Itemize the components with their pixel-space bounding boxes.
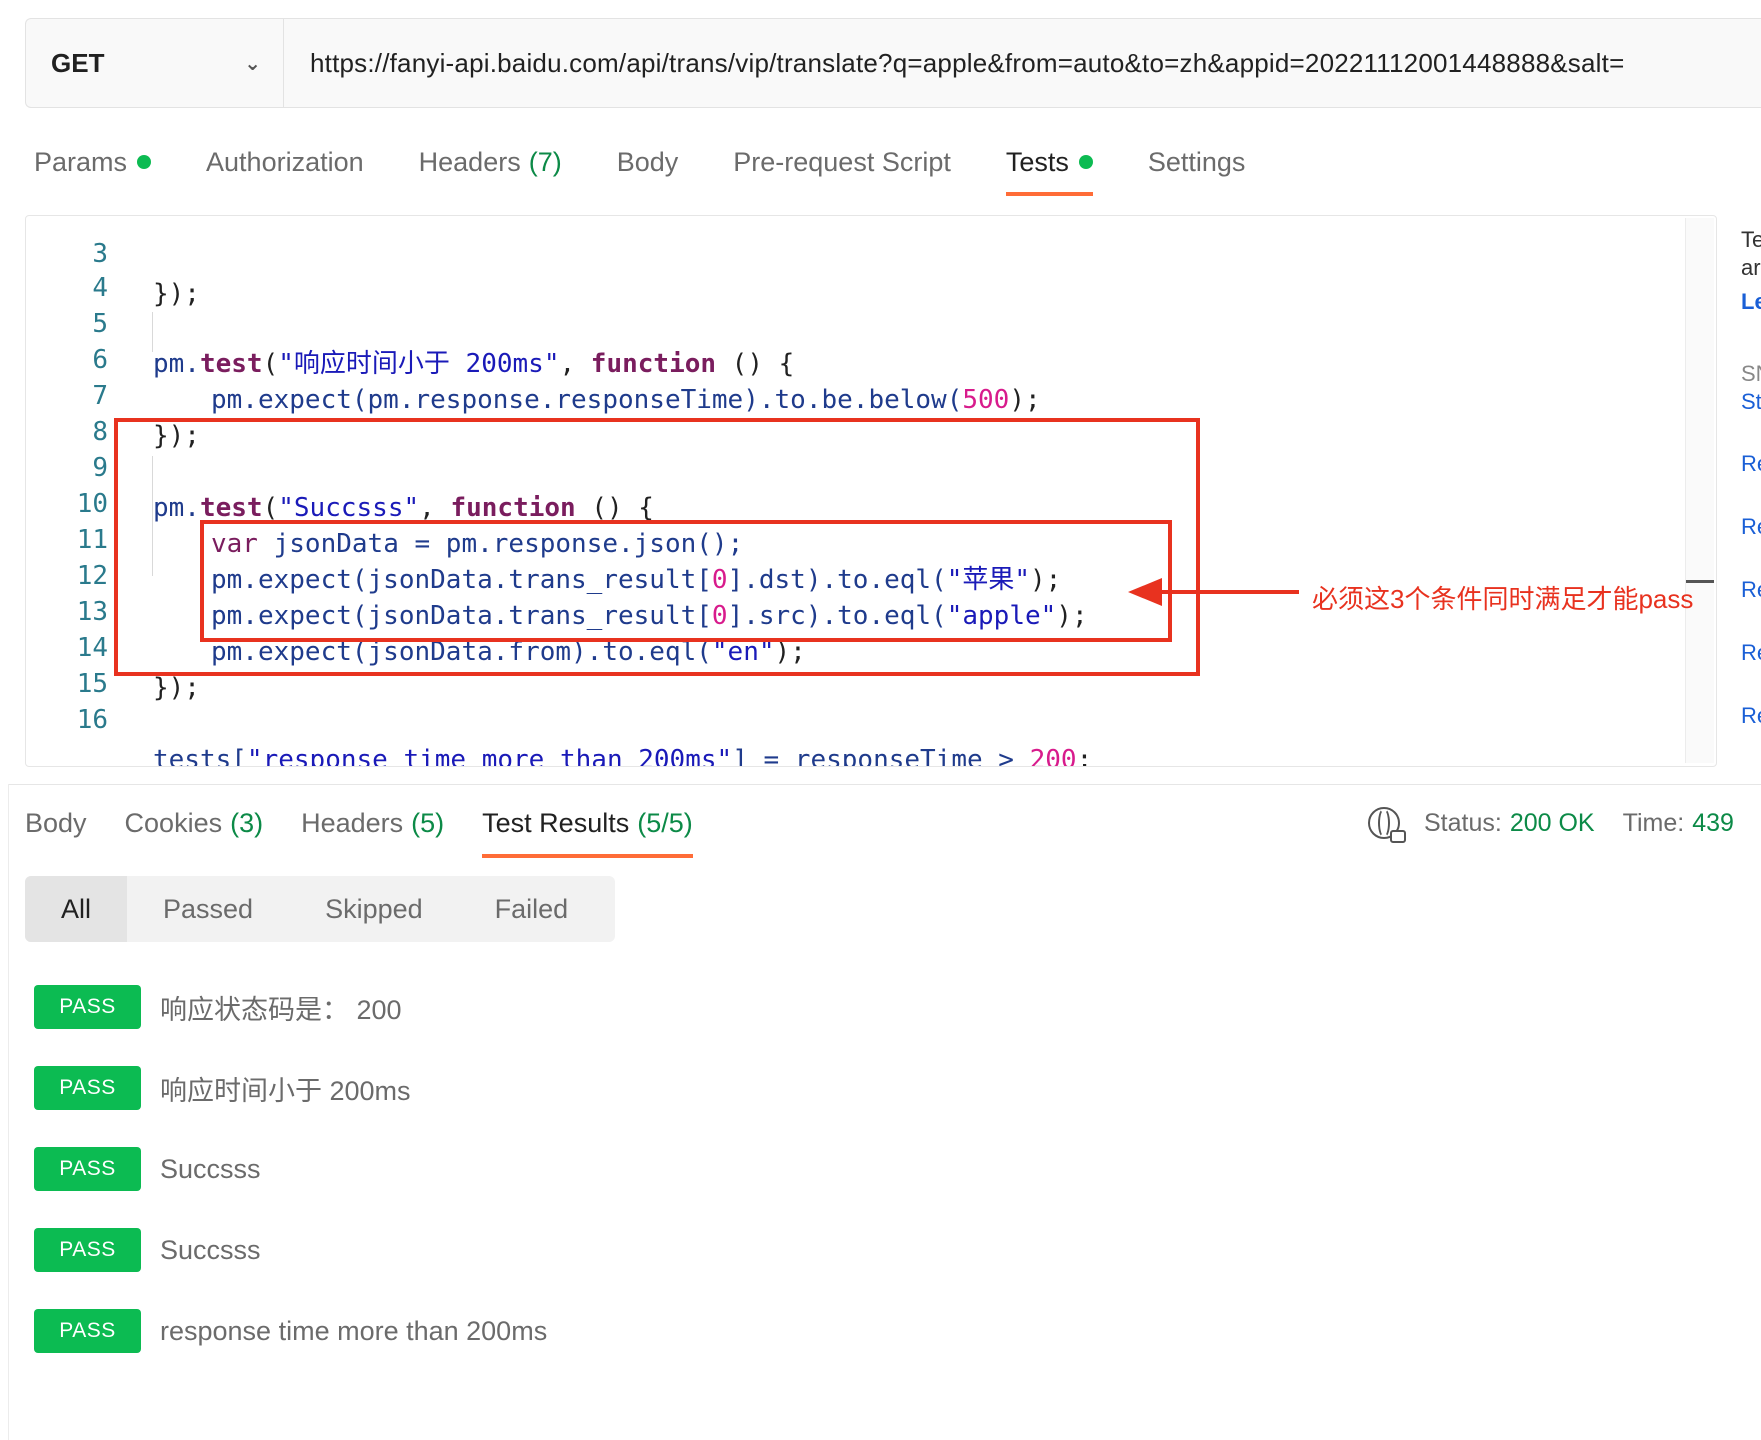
filter-all[interactable]: All <box>25 876 128 942</box>
tab-label: Pre-request Script <box>733 146 951 177</box>
url-input[interactable]: https://fanyi-api.baidu.com/api/trans/vi… <box>284 48 1624 79</box>
status-label: Status: <box>1424 808 1502 837</box>
code-line-13: 13 pm.expect(jsonData.from).to.eql("en")… <box>26 552 806 667</box>
scroll-position-marker <box>1686 580 1714 583</box>
code-line-15: 15 <box>26 624 108 699</box>
test-name: response time more than 200ms <box>160 1315 548 1346</box>
tab-label: Headers <box>418 146 521 177</box>
filter-failed[interactable]: Failed <box>459 876 605 942</box>
tab-label: Headers <box>301 807 404 838</box>
tab-headers[interactable]: Headers (7) <box>419 138 562 186</box>
method-select[interactable]: GET ⌄ <box>26 19 284 107</box>
snippet-link[interactable]: Re <box>1741 702 1761 730</box>
tab-settings[interactable]: Settings <box>1148 138 1246 186</box>
method-label: GET <box>51 47 105 78</box>
status-value[interactable]: 200 OK <box>1510 809 1595 838</box>
code-text: tests["response time more than 200ms"] =… <box>153 745 1093 767</box>
side-panel-link[interactable]: Le <box>1741 288 1761 316</box>
code-line-8: 8 <box>26 372 108 447</box>
test-result-row: PASS 响应状态码是： 200 <box>34 985 402 1029</box>
code-text: }); <box>153 279 200 309</box>
tab-count: (3) <box>230 807 264 838</box>
tab-label: Tests <box>1005 146 1069 177</box>
tab-response-headers[interactable]: Headers (5) <box>301 800 444 846</box>
side-panel-text: Te <box>1741 227 1761 252</box>
tab-response-body[interactable]: Body <box>25 800 87 846</box>
tab-label: Test Results <box>482 807 630 838</box>
line-number: 16 <box>76 705 108 735</box>
arrow-head-icon <box>1128 578 1162 606</box>
response-tabs: Body Cookies (3) Headers (5) Test Result… <box>25 800 731 860</box>
tab-test-results[interactable]: Test Results (5/5) <box>482 800 693 858</box>
test-name: Succsss <box>160 1153 261 1184</box>
code-line-6: 6 pm.expect(pm.response.responseTime).to… <box>26 300 1040 415</box>
highlight-box-assertions <box>200 520 1172 642</box>
snippet-link[interactable]: Re <box>1741 576 1761 604</box>
test-result-row: PASS response time more than 200ms <box>34 1309 547 1353</box>
code-line-4: 4 <box>26 228 108 303</box>
globe-lock-icon[interactable] <box>1368 807 1406 843</box>
test-name: 响应状态码是： 200 <box>160 994 402 1025</box>
code-line-7: 7 }); <box>26 336 200 451</box>
code-line-5: 5 pm.test("响应时间小于 200ms", function () { <box>26 264 794 379</box>
tab-authorization[interactable]: Authorization <box>206 138 364 186</box>
tab-label: Body <box>616 146 679 177</box>
url-bar: GET ⌄ https://fanyi-api.baidu.com/api/tr… <box>25 18 1761 108</box>
tab-count: (5/5) <box>637 807 693 838</box>
snippet-link[interactable]: Re <box>1741 513 1761 541</box>
tab-label: Body <box>25 807 87 838</box>
tab-cookies[interactable]: Cookies (3) <box>125 800 264 846</box>
tab-count: (7) <box>528 146 562 177</box>
pass-badge: PASS <box>34 1228 141 1272</box>
test-result-row: PASS 响应时间小于 200ms <box>34 1066 411 1110</box>
code-line-16: 16 tests["response time more than 200ms"… <box>26 660 1093 766</box>
side-panel-text: ar <box>1741 255 1761 280</box>
tab-label: Authorization <box>206 146 364 177</box>
pass-badge: PASS <box>34 1066 141 1110</box>
tab-count: (5) <box>411 807 445 838</box>
pane-divider[interactable] <box>8 784 1761 785</box>
pass-badge: PASS <box>34 1309 141 1353</box>
request-tabs: Params Authorization Headers (7) Body Pr… <box>34 138 1300 198</box>
tab-params[interactable]: Params <box>34 138 152 186</box>
filter-skipped[interactable]: Skipped <box>289 876 459 942</box>
code-line-12: 12 pm.expect(jsonData.trans_result[0].sr… <box>26 516 1088 631</box>
chevron-down-icon: ⌄ <box>244 52 261 75</box>
status-dot-icon <box>137 155 152 169</box>
code-line-9: 9 pm.test("Succsss", function () { <box>26 408 654 523</box>
result-filter: All Passed Skipped Failed <box>25 876 615 942</box>
test-result-row: PASS Succsss <box>34 1147 261 1191</box>
time-value[interactable]: 439 <box>1692 809 1734 838</box>
snippet-link[interactable]: Re <box>1741 450 1761 478</box>
tab-body[interactable]: Body <box>617 138 679 186</box>
status-dot-icon <box>1078 155 1093 169</box>
code-text: pm.test("响应时间小于 200ms", function () { <box>153 349 795 379</box>
annotation-note: 必须这3个条件同时满足才能pass <box>1312 584 1694 614</box>
code-line-14: 14 }); <box>26 588 200 703</box>
pass-badge: PASS <box>34 985 141 1029</box>
tab-tests[interactable]: Tests <box>1005 138 1093 196</box>
code-line-11: 11 pm.expect(jsonData.trans_result[0].ds… <box>26 480 1062 595</box>
tab-label: Params <box>34 146 128 177</box>
filter-passed[interactable]: Passed <box>127 876 289 942</box>
left-border <box>8 784 9 1440</box>
test-name: 响应时间小于 200ms <box>160 1075 411 1106</box>
tab-pre-request-script[interactable]: Pre-request Script <box>733 138 951 186</box>
pass-badge: PASS <box>34 1147 141 1191</box>
snippet-link[interactable]: St <box>1741 388 1761 416</box>
response-status: Status: 200 OK Time: 439 <box>1368 800 1734 846</box>
snippet-link[interactable]: Re <box>1741 639 1761 667</box>
tab-label: Cookies <box>124 807 223 838</box>
test-name: Succsss <box>160 1234 261 1265</box>
annotation-arrow <box>1155 590 1299 594</box>
tab-label: Settings <box>1147 146 1246 177</box>
code-text: pm.expect(pm.response.responseTime).to.b… <box>211 385 1041 415</box>
code-line-10: 10 var jsonData = pm.response.json(); <box>26 444 744 559</box>
test-result-row: PASS Succsss <box>34 1228 261 1272</box>
editor-scrollbar[interactable] <box>1685 218 1714 763</box>
time-label: Time: <box>1622 808 1685 837</box>
side-panel-heading: SN <box>1741 361 1761 386</box>
